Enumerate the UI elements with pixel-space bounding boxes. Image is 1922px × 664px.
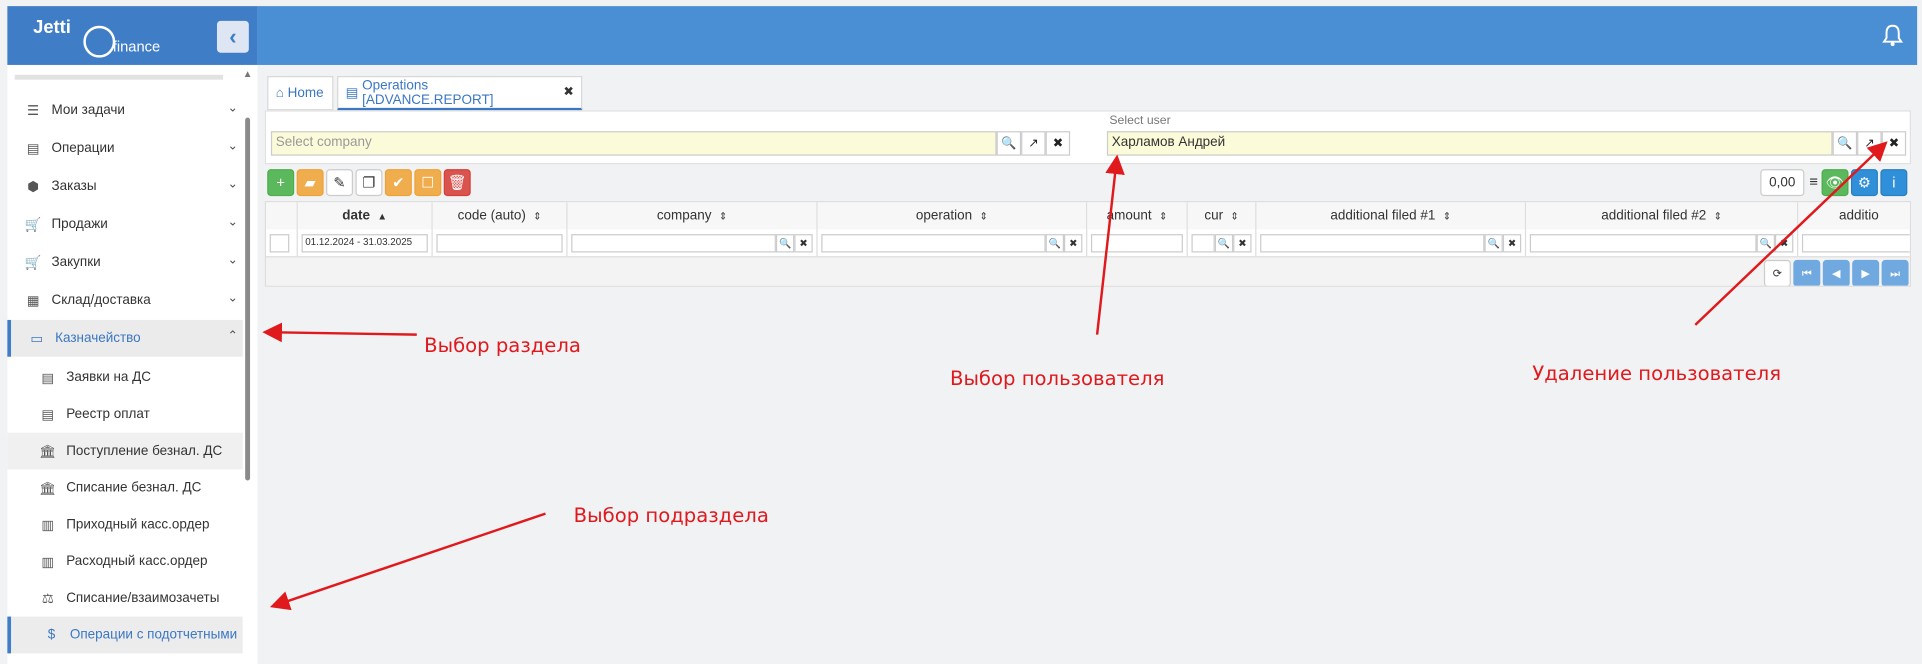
arrow-to-user — [1095, 154, 1125, 335]
arrow-to-clear-user — [1694, 141, 1888, 326]
arrow-to-subsection — [269, 512, 546, 611]
arrow-to-section — [262, 322, 417, 343]
annotation-arrows — [262, 141, 1888, 611]
app-frame: Jetti finance ‹ ☰ Мои задачи ⌄ ▤ Операци… — [0, 0, 1922, 664]
